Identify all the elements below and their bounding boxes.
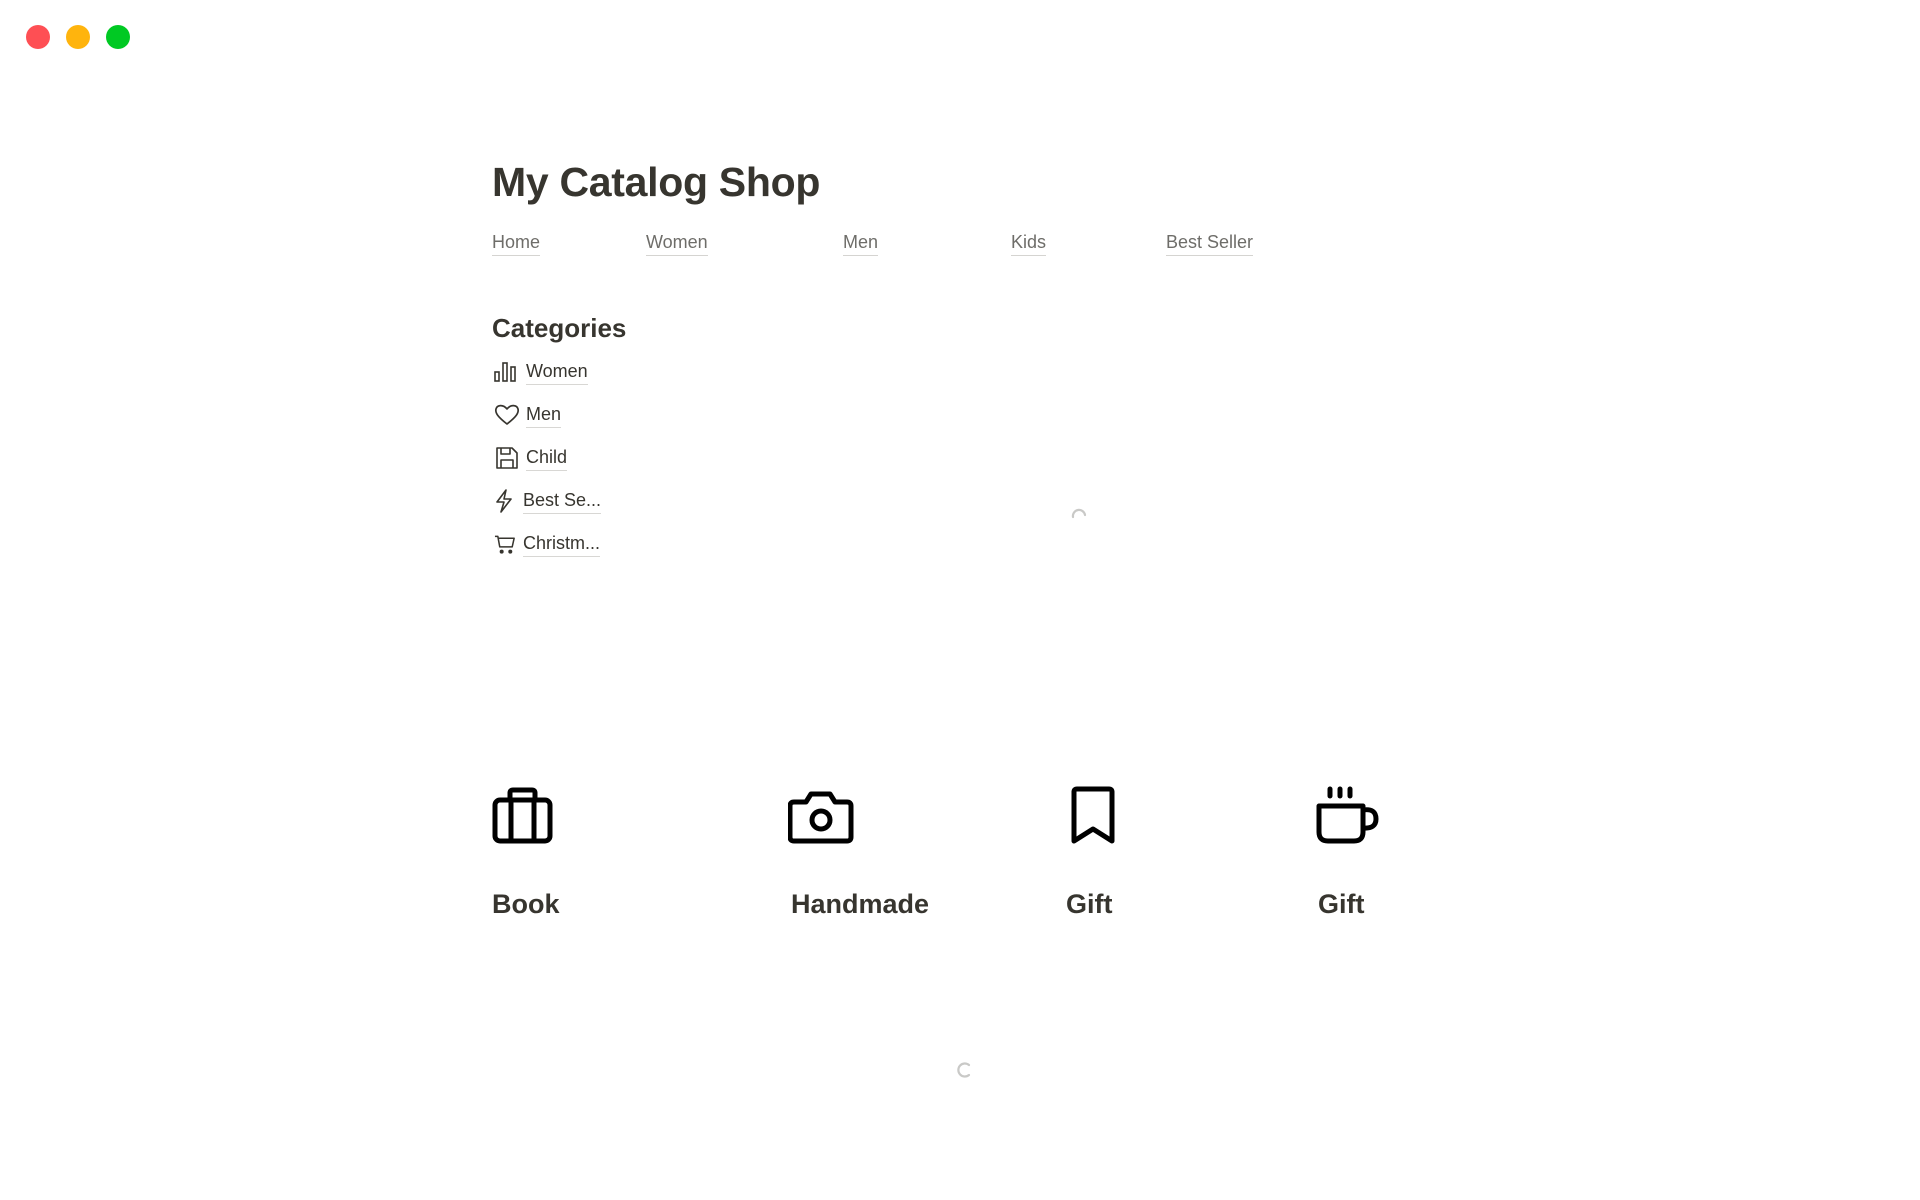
category-label: Women [526,359,588,385]
category-item-best-seller[interactable]: Best Se... [494,486,602,516]
loading-spinner-icon [1071,508,1087,519]
category-label: Men [526,402,562,428]
briefcase-icon [492,786,554,848]
category-item-women[interactable]: Women [494,357,588,387]
nav-link-women[interactable]: Women [646,230,708,256]
category-item-christmas[interactable]: Christm... [494,529,601,559]
window-close-button[interactable] [26,25,50,49]
bookmark-icon [1068,786,1118,848]
gallery-card-book[interactable]: Book [492,786,560,919]
coffee-cup-icon [1316,786,1382,848]
gallery-card-title: Book [492,889,560,919]
gallery-card-gift[interactable]: Gift [1066,786,1118,919]
category-label: Christm... [523,531,601,557]
nav-link-best-seller[interactable]: Best Seller [1166,230,1254,256]
gallery-card-handmade[interactable]: Handmade [788,786,929,919]
loading-spinner-icon [957,1062,971,1078]
window-maximize-button[interactable] [106,25,130,49]
shopping-cart-icon [494,531,517,557]
category-label: Child [526,445,568,471]
gallery-card-title: Gift [1066,889,1113,919]
gallery-card-title: Handmade [791,889,930,919]
nav-link-home[interactable]: Home [492,230,541,256]
category-label: Best Se... [523,488,602,514]
window-minimize-button[interactable] [66,25,90,49]
bar-chart-icon [494,359,520,385]
category-item-child[interactable]: Child [494,443,568,473]
page-title: My Catalog Shop [492,159,821,205]
nav-link-kids[interactable]: Kids [1011,230,1047,256]
heart-icon [494,402,520,428]
category-item-men[interactable]: Men [494,400,562,430]
nav-link-men[interactable]: Men [843,230,879,256]
gallery-card-gift-2[interactable]: Gift [1316,786,1382,919]
categories-heading: Categories [492,313,627,343]
floppy-disk-icon [494,445,520,471]
lightning-icon [494,488,517,514]
gallery-card-title: Gift [1318,889,1365,919]
camera-icon [788,786,854,848]
